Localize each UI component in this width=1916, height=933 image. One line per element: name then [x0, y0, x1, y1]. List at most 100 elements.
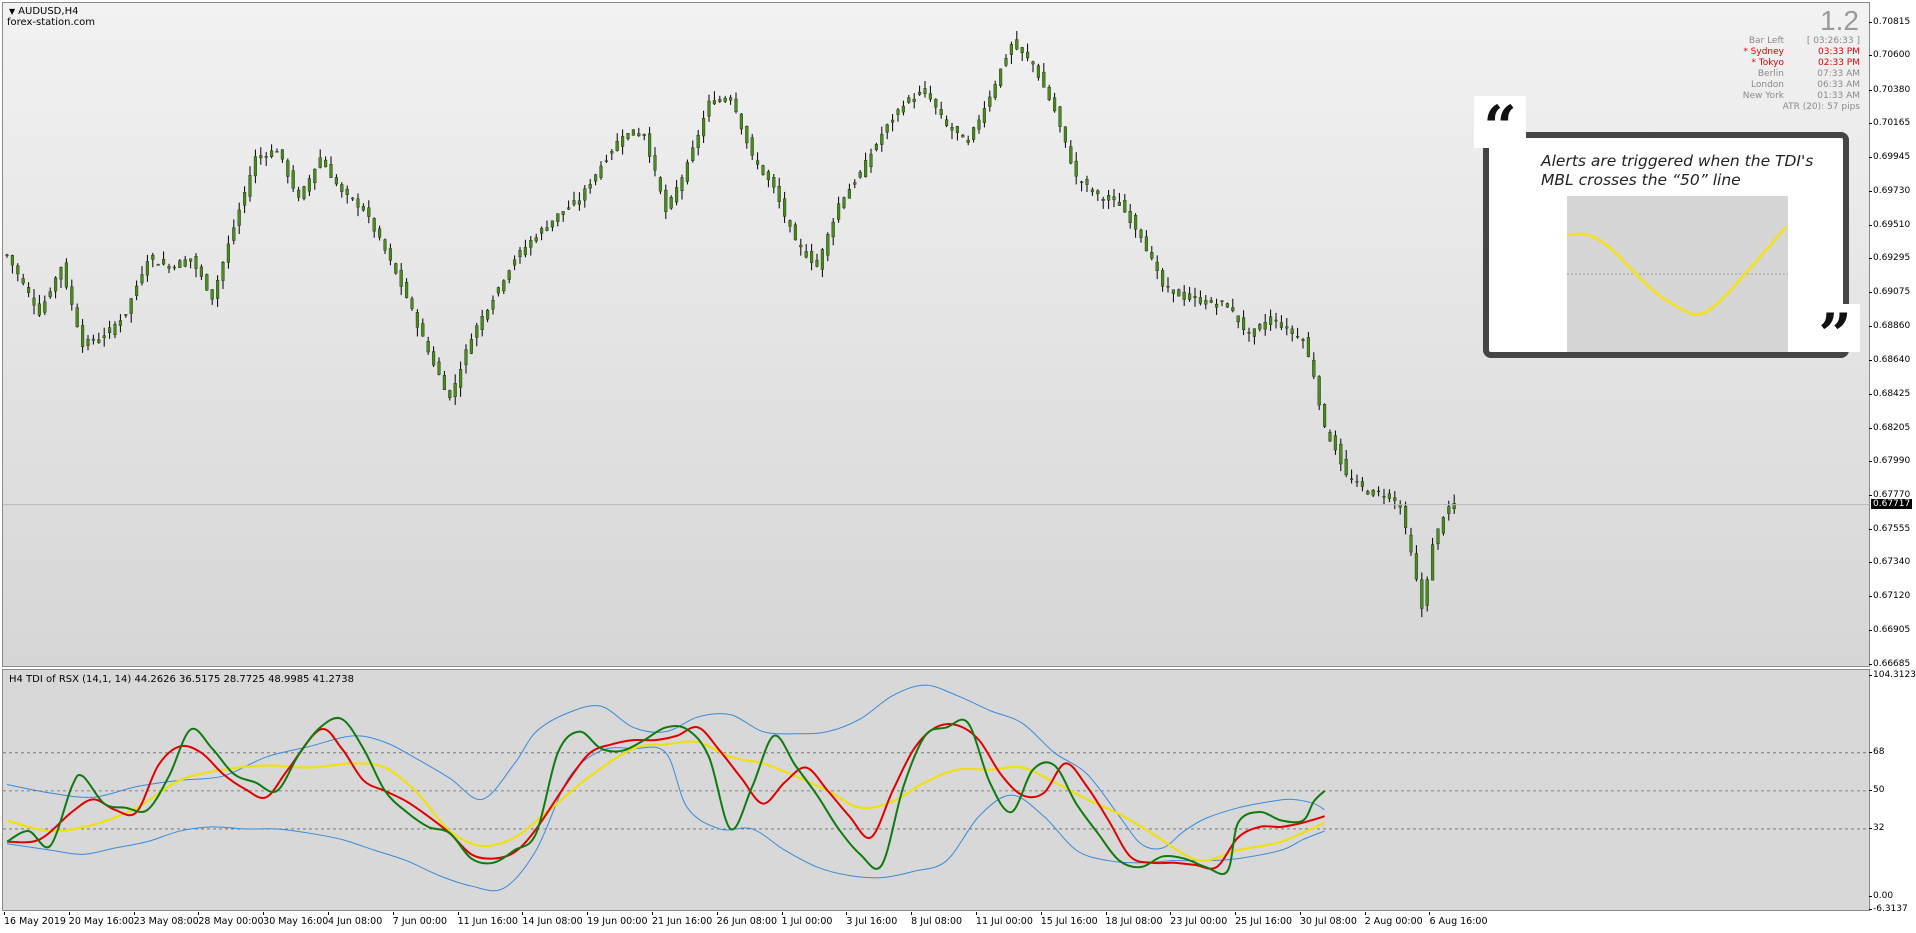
candle — [210, 289, 214, 305]
candle — [658, 176, 662, 195]
current-price-label: 0.67717 — [1871, 498, 1913, 509]
candle — [1139, 228, 1143, 243]
candle — [442, 370, 446, 391]
time-tick: 1 Jul 00:00 — [781, 912, 833, 927]
price-tick: 0.67555 — [1868, 523, 1911, 534]
time-tick: 4 Jun 08:00 — [327, 912, 383, 927]
candle — [1220, 300, 1224, 307]
price-tick: 0.66685 — [1868, 659, 1911, 669]
price-tick: 0.68205 — [1868, 422, 1911, 433]
candle — [97, 332, 101, 344]
candle — [313, 168, 317, 190]
candle — [918, 85, 922, 96]
candle — [648, 126, 652, 163]
candle — [237, 202, 241, 235]
candle — [572, 191, 576, 207]
candle — [259, 147, 263, 165]
candle — [669, 195, 673, 210]
time-tick: 6 Aug 16:00 — [1429, 912, 1488, 927]
candle — [167, 263, 171, 274]
candle — [631, 129, 635, 136]
candle — [702, 110, 706, 144]
candle — [162, 251, 166, 266]
mbl-yellow-line — [6, 740, 1326, 862]
candle — [1350, 469, 1354, 484]
candle — [540, 226, 544, 241]
indicator-pane[interactable]: H4 TDI of RSX (14,1, 14) 44.2626 36.5175… — [2, 669, 1870, 911]
candle — [21, 273, 25, 286]
level-lines — [3, 752, 1869, 830]
price-tick: 0.68425 — [1868, 388, 1911, 399]
candle — [32, 289, 36, 315]
candle — [27, 282, 31, 298]
candle — [642, 133, 646, 141]
version-label: 1.2 — [1820, 5, 1859, 36]
candle — [378, 225, 382, 241]
candle — [1333, 430, 1337, 455]
candle — [86, 335, 90, 351]
symbol-title: ▼ AUDUSD,H4 — [9, 6, 78, 17]
candle — [388, 243, 392, 266]
indicator-canvas[interactable] — [3, 670, 1870, 911]
rsi-green-line — [6, 716, 1326, 876]
candle — [1247, 327, 1251, 342]
candle — [777, 177, 781, 209]
clock-name: * Sydney — [1743, 47, 1784, 57]
clock-row: Berlin 07:33 AM — [1704, 69, 1860, 80]
candle — [421, 318, 425, 337]
candle — [1101, 196, 1105, 209]
candle — [1279, 315, 1283, 331]
clock-value: 02:33 PM — [1818, 58, 1860, 68]
symbol-title-text: AUDUSD,H4 — [18, 6, 79, 17]
candle — [1107, 189, 1111, 210]
candle — [1371, 489, 1375, 498]
candle — [135, 280, 139, 301]
candle — [577, 192, 581, 211]
candle — [675, 180, 679, 206]
candle — [145, 254, 149, 282]
clock-name: * Tokyo — [1751, 58, 1784, 68]
candle — [475, 322, 479, 347]
candle — [1258, 323, 1262, 332]
candle — [291, 165, 295, 192]
time-tick: 14 Jun 08:00 — [522, 912, 583, 927]
candle — [837, 196, 841, 223]
clock-value: 07:33 AM — [1817, 69, 1860, 79]
candle — [945, 115, 949, 128]
price-tick: 0.69730 — [1868, 185, 1911, 196]
candle — [1123, 193, 1127, 213]
candle — [874, 142, 878, 152]
candle — [1431, 537, 1435, 581]
candle — [707, 94, 711, 122]
candle — [453, 374, 457, 405]
candle — [1317, 375, 1321, 411]
dropdown-icon[interactable]: ▼ — [9, 7, 15, 16]
candle — [523, 239, 527, 258]
candle — [718, 95, 722, 104]
candle — [81, 319, 85, 353]
time-tick: 21 Jun 16:00 — [651, 912, 713, 927]
candle — [1225, 302, 1229, 308]
upper-band-line — [6, 684, 1325, 850]
candle — [604, 154, 608, 164]
clock-value: 06:33 AM — [1817, 80, 1860, 90]
candle — [804, 244, 808, 259]
candle — [1177, 288, 1181, 297]
candle — [394, 262, 398, 275]
candle — [1420, 572, 1424, 618]
chart-window: ▼ AUDUSD,H4 forex-station.com 1.2 Bar Lef… — [0, 0, 1916, 933]
candle — [599, 161, 603, 180]
candle — [507, 269, 511, 284]
candle — [1020, 46, 1024, 62]
candle — [939, 101, 943, 119]
callout-plot-canvas — [1566, 226, 1788, 316]
candle — [1004, 54, 1008, 67]
candle — [1085, 175, 1089, 193]
candle — [561, 211, 565, 222]
candle — [912, 93, 916, 109]
candle — [761, 164, 765, 176]
candle — [156, 263, 160, 266]
candle — [1306, 331, 1310, 358]
candles — [5, 30, 1456, 618]
candle — [178, 259, 182, 268]
